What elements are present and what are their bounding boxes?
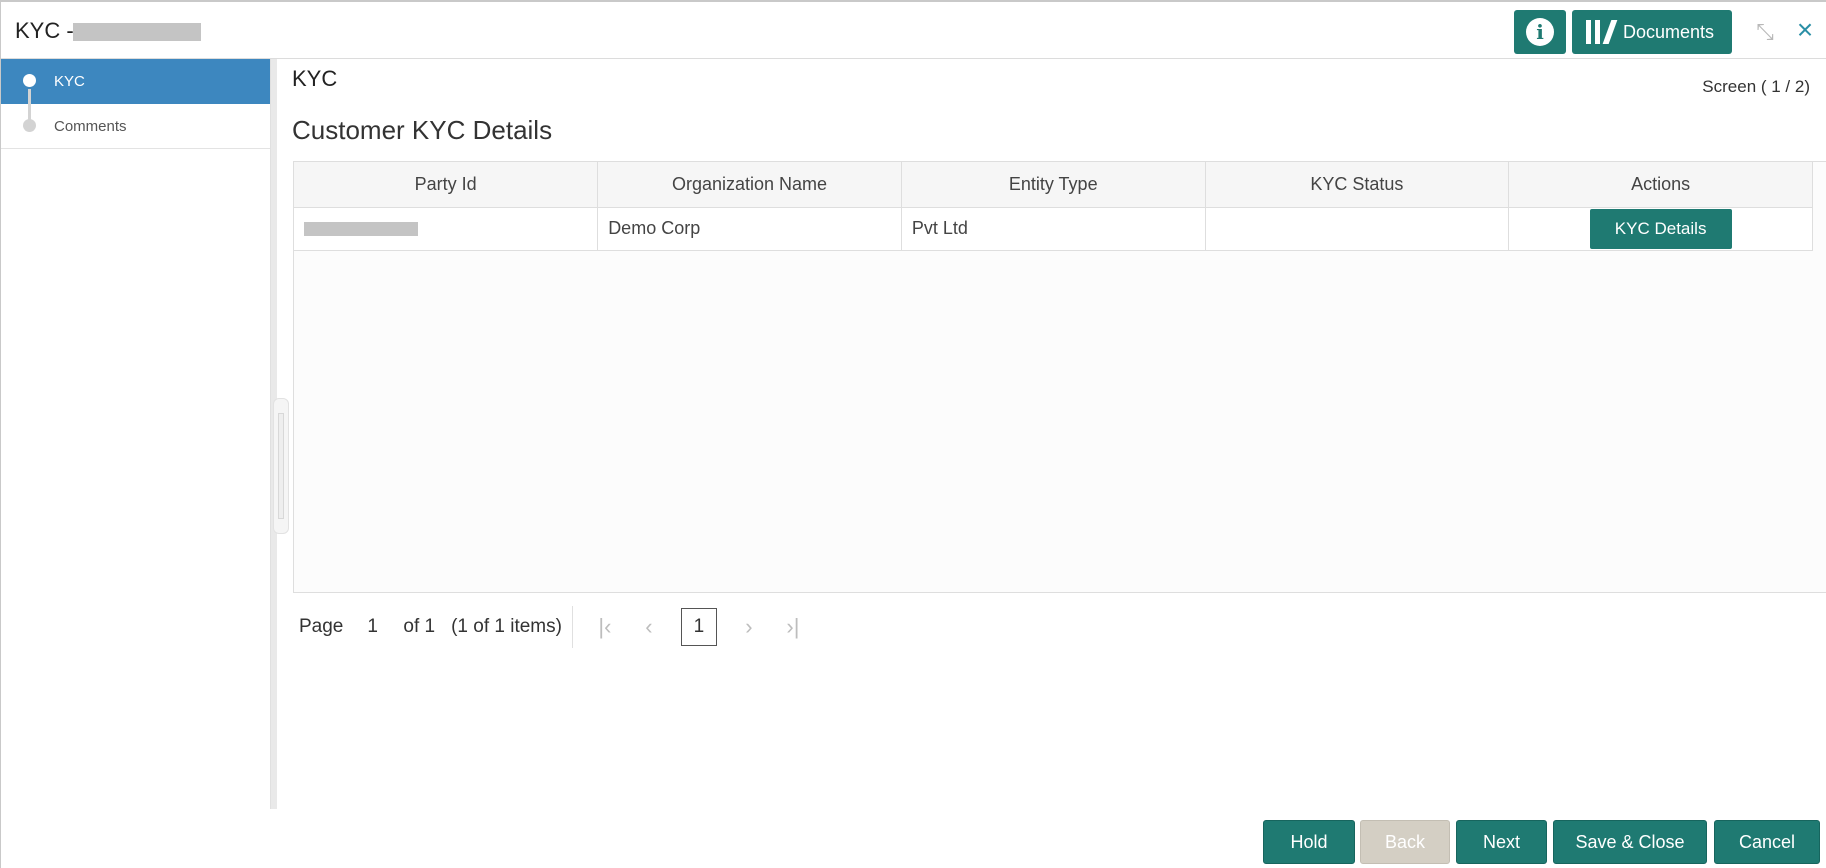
current-page-button[interactable]: 1 — [680, 608, 717, 646]
column-header-actions[interactable]: Actions — [1508, 162, 1813, 208]
cell-organization-name: Demo Corp — [597, 207, 902, 251]
kyc-table: Party Id Organization Name Entity Type K… — [293, 161, 1826, 593]
header-bar: KYC - i Documents ⤡ × — [1, 2, 1826, 59]
sidebar-item-label: KYC — [54, 73, 85, 90]
close-icon[interactable]: × — [1793, 16, 1817, 44]
documents-button[interactable]: Documents — [1572, 10, 1732, 54]
info-button[interactable]: i — [1514, 10, 1566, 54]
cell-party-id — [294, 207, 599, 251]
step-indicator-icon — [23, 74, 36, 87]
column-header-kyc-status[interactable]: KYC Status — [1205, 162, 1510, 208]
documents-label: Documents — [1623, 21, 1715, 42]
cell-entity-type: Pvt Ltd — [901, 207, 1206, 251]
column-header-organization-name[interactable]: Organization Name — [597, 162, 902, 208]
app-window: KYC - i Documents ⤡ × KYC Comments KYC S… — [0, 0, 1826, 868]
save-close-button[interactable]: Save & Close — [1553, 820, 1707, 864]
table-row[interactable]: Demo Corp Pvt Ltd KYC Details — [294, 207, 1813, 251]
pager-divider — [571, 606, 573, 648]
redacted-title-value — [73, 23, 201, 41]
item-count: (1 of 1 items) — [451, 616, 562, 637]
back-button[interactable]: Back — [1360, 820, 1450, 864]
cell-actions: KYC Details — [1508, 207, 1813, 251]
info-icon: i — [1526, 18, 1554, 46]
step-connector — [28, 89, 31, 129]
sidebar: KYC Comments — [1, 59, 271, 809]
kyc-details-button[interactable]: KYC Details — [1589, 208, 1732, 249]
hold-button[interactable]: Hold — [1263, 820, 1355, 864]
page-label: Page — [299, 616, 344, 637]
column-header-party-id[interactable]: Party Id — [294, 162, 599, 208]
section-title: Customer KYC Details — [292, 115, 553, 145]
first-page-icon[interactable]: |‹ — [593, 614, 617, 640]
books-icon — [1586, 20, 1618, 44]
redacted-party-id — [304, 222, 418, 237]
column-header-entity-type[interactable]: Entity Type — [901, 162, 1206, 208]
screen-indicator: Screen ( 1 / 2) — [1702, 77, 1810, 96]
window-title: KYC - — [15, 18, 74, 43]
cell-kyc-status — [1205, 207, 1510, 251]
next-page-icon[interactable]: › — [737, 614, 761, 640]
panel-splitter-handle[interactable] — [273, 398, 289, 534]
page-total: of 1 — [403, 616, 436, 637]
prev-page-icon[interactable]: ‹ — [637, 614, 661, 640]
sidebar-item-comments[interactable]: Comments — [1, 104, 270, 149]
page-title: KYC — [292, 66, 338, 91]
pagination: Page 1 of 1 (1 of 1 items) |‹ ‹ 1 › ›| — [299, 606, 805, 648]
collapse-icon[interactable]: ⤡ — [1753, 20, 1777, 44]
page-number-input[interactable]: 1 — [367, 616, 391, 638]
table-header-row: Party Id Organization Name Entity Type K… — [294, 162, 1813, 208]
splitter-grip — [278, 413, 284, 519]
sidebar-item-kyc[interactable]: KYC — [1, 59, 270, 104]
next-button[interactable]: Next — [1456, 820, 1547, 864]
sidebar-item-label: Comments — [54, 117, 127, 135]
cancel-button[interactable]: Cancel — [1714, 820, 1820, 864]
last-page-icon[interactable]: ›| — [781, 614, 805, 640]
